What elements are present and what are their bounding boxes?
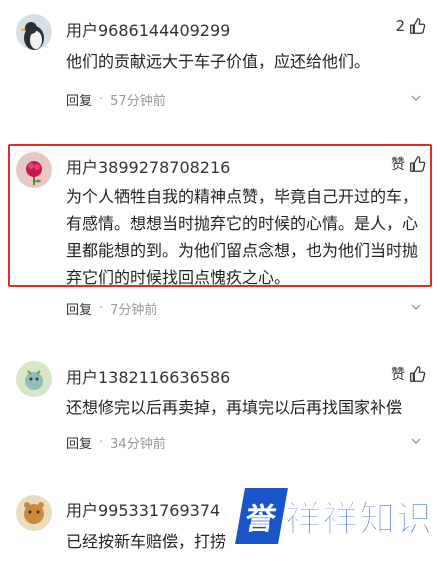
watermark-text: 祥祥知识 (284, 499, 434, 541)
thumbs-up-icon (408, 365, 426, 383)
separator-dot: · (99, 92, 104, 107)
like-count: 2 (395, 17, 405, 35)
thumbs-up-icon (408, 17, 426, 35)
comment-time: 57分钟前 (110, 94, 166, 109)
like-label: 赞 (391, 157, 405, 173)
thumbs-up-icon (408, 155, 426, 173)
chevron-down-icon[interactable] (410, 301, 422, 313)
comment-username[interactable]: 用户3899278708216 (66, 154, 230, 178)
comment-meta: 回复 · 34分钟前 (66, 433, 166, 452)
chevron-down-icon[interactable] (410, 435, 422, 447)
like-button[interactable]: 2 (395, 17, 426, 35)
reply-button[interactable]: 回复 (66, 299, 92, 318)
avatar[interactable] (16, 14, 52, 50)
avatar[interactable] (16, 361, 52, 397)
comment-meta: 回复 · 7分钟前 (66, 299, 157, 318)
comment-time: 7分钟前 (110, 303, 158, 318)
comment-meta: 回复 · 57分钟前 (66, 90, 166, 109)
reply-button[interactable]: 回复 (66, 90, 92, 109)
separator-dot: · (99, 435, 104, 450)
comment-text: 为个人牺牲自我的精神点赞，毕竟自己开过的车，有感情。想想当时抛弃它的时候的心情。… (66, 187, 419, 287)
like-button[interactable]: 赞 (391, 154, 426, 174)
chevron-down-icon[interactable] (410, 92, 422, 104)
comment-text: 还想修完以后再卖掉，再填完以后再找国家补偿 (66, 398, 403, 417)
comment-text: 他们的贡献远大于车子价值，应还给他们。 (66, 52, 371, 71)
comment-time: 34分钟前 (110, 437, 166, 452)
watermark-badge: 誉 (235, 488, 288, 544)
comment-text: 已经按新车赔偿，打捞 (66, 532, 227, 551)
separator-dot: · (99, 301, 104, 316)
watermark-logo: 誉 祥祥知识 (235, 486, 434, 546)
comment-username[interactable]: 用户9686144409299 (66, 17, 230, 41)
like-label: 赞 (391, 367, 405, 383)
avatar[interactable] (16, 152, 52, 188)
reply-button[interactable]: 回复 (66, 433, 92, 452)
comment-username[interactable]: 用户995331769374 (66, 497, 220, 521)
like-button[interactable]: 赞 (391, 364, 426, 384)
avatar[interactable] (16, 495, 52, 531)
comment-username[interactable]: 用户1382116636586 (66, 364, 230, 388)
